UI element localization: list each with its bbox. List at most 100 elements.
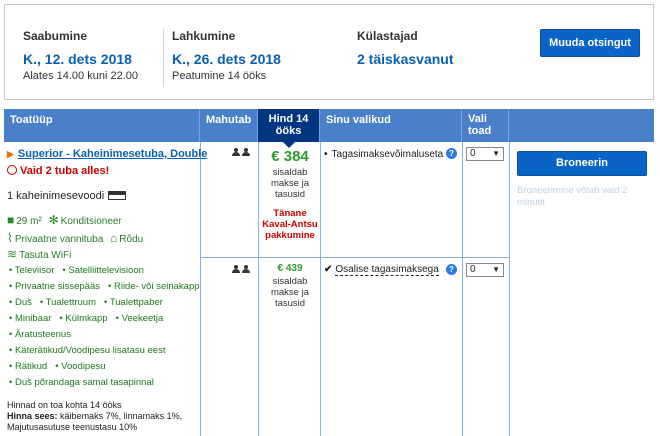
dropdown-arrow-icon: ▼	[492, 149, 500, 158]
amenity-row: • Käterätikud/Voodipesu lisatasu eest	[9, 345, 166, 356]
amenity-item: Privaatne sissepääs	[14, 281, 100, 292]
person-icon	[232, 148, 240, 156]
info-icon[interactable]: ?	[446, 264, 457, 275]
tax-info: Hinnad on toa kohta 14 ööks Hinna sees: …	[7, 400, 197, 433]
amenity-item: Voodipesu	[61, 361, 106, 372]
guests-value: 2 täiskasvanut	[357, 51, 454, 67]
checkin-hours: Alates 14.00 kuni 22.00	[23, 70, 138, 82]
room-count-select[interactable]: 0 ▼	[466, 263, 504, 277]
choice-text: Tagasimaksevõimaluseta	[331, 149, 444, 160]
amenity-row: • Minibaar • Külmkapp • Veekeetja	[9, 313, 164, 324]
header-capacity: Mahutab	[200, 109, 258, 142]
bed-icon	[108, 191, 127, 200]
amenity-row: • Äratusteenus	[9, 329, 71, 340]
private-bathroom: Privaatne vannituba	[14, 234, 104, 245]
grid-line	[200, 257, 509, 258]
room-title-link[interactable]: ▶ Superior - Kaheinimesetuba, Double	[7, 148, 207, 160]
room-table: Toatüüp Mahutab Hind 14 ööks Sinu valiku…	[4, 109, 654, 436]
search-summary: Saabumine K., 12. dets 2018 Alates 14.00…	[4, 4, 654, 100]
checkin-date: K., 12. dets 2018	[23, 51, 132, 67]
amenity-row: • Duš • Tualettruum • Tualettpaber	[9, 297, 163, 308]
amenity-item: Külmkapp	[65, 313, 108, 324]
amenity-item: Veekeetja	[121, 313, 164, 324]
facility-row-3: ≋ Tasuta WiFi	[7, 247, 71, 261]
book-button[interactable]: Broneerin	[517, 151, 647, 176]
header-room-type: Toatüüp	[4, 109, 200, 142]
expand-triangle-icon: ▶	[7, 149, 14, 159]
price-option-1: € 384 sisaldab makse ja tasusid Tänane K…	[259, 148, 321, 241]
header-choices: Sinu valikud	[320, 109, 462, 142]
amenity-item: Rätikud	[14, 361, 48, 372]
size-cube-icon: ■	[7, 213, 15, 227]
price-note: sisaldab makse ja tasusid	[270, 167, 309, 200]
checkout-label: Lahkumine	[172, 29, 236, 43]
amenity-row: • Rätikud • Voodipesu	[9, 361, 106, 372]
choice-option-1: • Tagasimaksevõimaluseta	[324, 149, 444, 160]
balcony: Rõdu	[119, 234, 144, 245]
rooms-left-text: Vaid 2 tuba alles!	[20, 165, 110, 177]
choice-text: Osalise tagasimaksega	[335, 264, 439, 276]
tax-line-1: Hinnad on toa kohta 14 ööks	[7, 400, 122, 410]
checkin-label: Saabumine	[23, 29, 88, 43]
amenity-row: • Privaatne sissepääs • Riide- või seinak…	[9, 281, 200, 292]
amenity-item: Duš põrandaga samal tasapinnal	[14, 377, 154, 388]
amenity-item: Riide- või seinakapp	[113, 281, 200, 292]
tax-label: Hinna sees:	[7, 411, 58, 421]
balcony-icon: ⌂	[110, 231, 118, 245]
bed-text: 1 kaheinimesevoodi	[7, 190, 105, 202]
amenity-item: Äratusteenus	[14, 329, 71, 340]
header-price-line1: Hind 14	[268, 113, 309, 125]
select-value: 0	[470, 148, 476, 159]
checkmark-icon: ✔	[324, 264, 333, 275]
room-size: 29 m²	[16, 216, 42, 227]
facility-row-2: ⌇ Privaatne vannituba ⌂ Rõdu	[7, 231, 143, 245]
price-note: sisaldab makse ja tasusid	[270, 276, 309, 309]
header-rooms-line2: toad	[468, 125, 492, 137]
bed-info: 1 kaheinimesevoodi	[7, 190, 127, 202]
amenity-item: Satelliittelevisioon	[68, 265, 144, 276]
grid-line	[509, 142, 510, 436]
amenity-row: • Duš põrandaga samal tasapinnal	[9, 377, 154, 388]
guests-block: Külastajad 2 täiskasvanut	[357, 29, 454, 67]
stay-length: Peatumine 14 ööks	[172, 70, 267, 82]
amenity-row: • Televiisor • Satelliittelevisioon	[9, 265, 144, 276]
free-wifi: Tasuta WiFi	[19, 250, 72, 261]
amenity-item: Käterätikud/Voodipesu lisatasu eest	[14, 345, 166, 356]
grid-line	[462, 142, 463, 436]
amenity-item: Duš	[14, 297, 32, 308]
choice-option-2[interactable]: ✔ Osalise tagasimaksega	[324, 264, 439, 276]
dropdown-arrow-icon: ▼	[492, 265, 500, 274]
shower-icon: ⌇	[7, 231, 13, 245]
header-book	[509, 109, 654, 142]
checkout-date: K., 26. dets 2018	[172, 51, 281, 67]
capacity-icons	[232, 264, 252, 276]
amenity-item: Televiisor	[14, 265, 55, 276]
header-rooms-line1: Vali	[468, 113, 487, 125]
price-value: € 384	[271, 148, 309, 165]
person-icon	[242, 265, 250, 273]
price-option-2: € 439 sisaldab makse ja tasusid	[259, 263, 321, 309]
header-price[interactable]: Hind 14 ööks	[258, 109, 320, 148]
checkin-block: Saabumine K., 12. dets 2018 Alates 14.00…	[23, 29, 153, 82]
snowflake-icon: ✻	[48, 213, 59, 227]
book-note: Broneerimine võtab vaid 2 minutit	[517, 185, 628, 208]
tax-line-2: Hinna sees: käibemaks 7%, linnamaks 1%, …	[7, 411, 197, 433]
select-value: 0	[470, 264, 476, 275]
person-icon	[232, 265, 240, 273]
room-title-text: Superior - Kaheinimesetuba, Double	[17, 148, 208, 160]
wifi-icon: ≋	[7, 247, 18, 261]
amenity-item: Minibaar	[14, 313, 52, 324]
deal-label: Tänane Kaval-Antsu pakkumine	[262, 208, 318, 241]
room-count-select[interactable]: 0 ▼	[466, 147, 504, 161]
header-price-line2: ööks	[275, 125, 302, 137]
person-icon	[242, 148, 250, 156]
info-icon[interactable]: ?	[446, 148, 457, 159]
header-select-rooms: Vali toad	[462, 109, 509, 142]
guests-label: Külastajad	[357, 29, 418, 43]
checkout-block: Lahkumine K., 26. dets 2018 Peatumine 14…	[163, 29, 318, 87]
amenity-item: Tualettruum	[45, 297, 97, 308]
amenity-item: Tualettpaber	[109, 297, 163, 308]
clock-icon	[7, 165, 17, 175]
air-conditioning: Konditsioneer	[60, 216, 122, 227]
change-search-button[interactable]: Muuda otsingut	[540, 29, 640, 57]
